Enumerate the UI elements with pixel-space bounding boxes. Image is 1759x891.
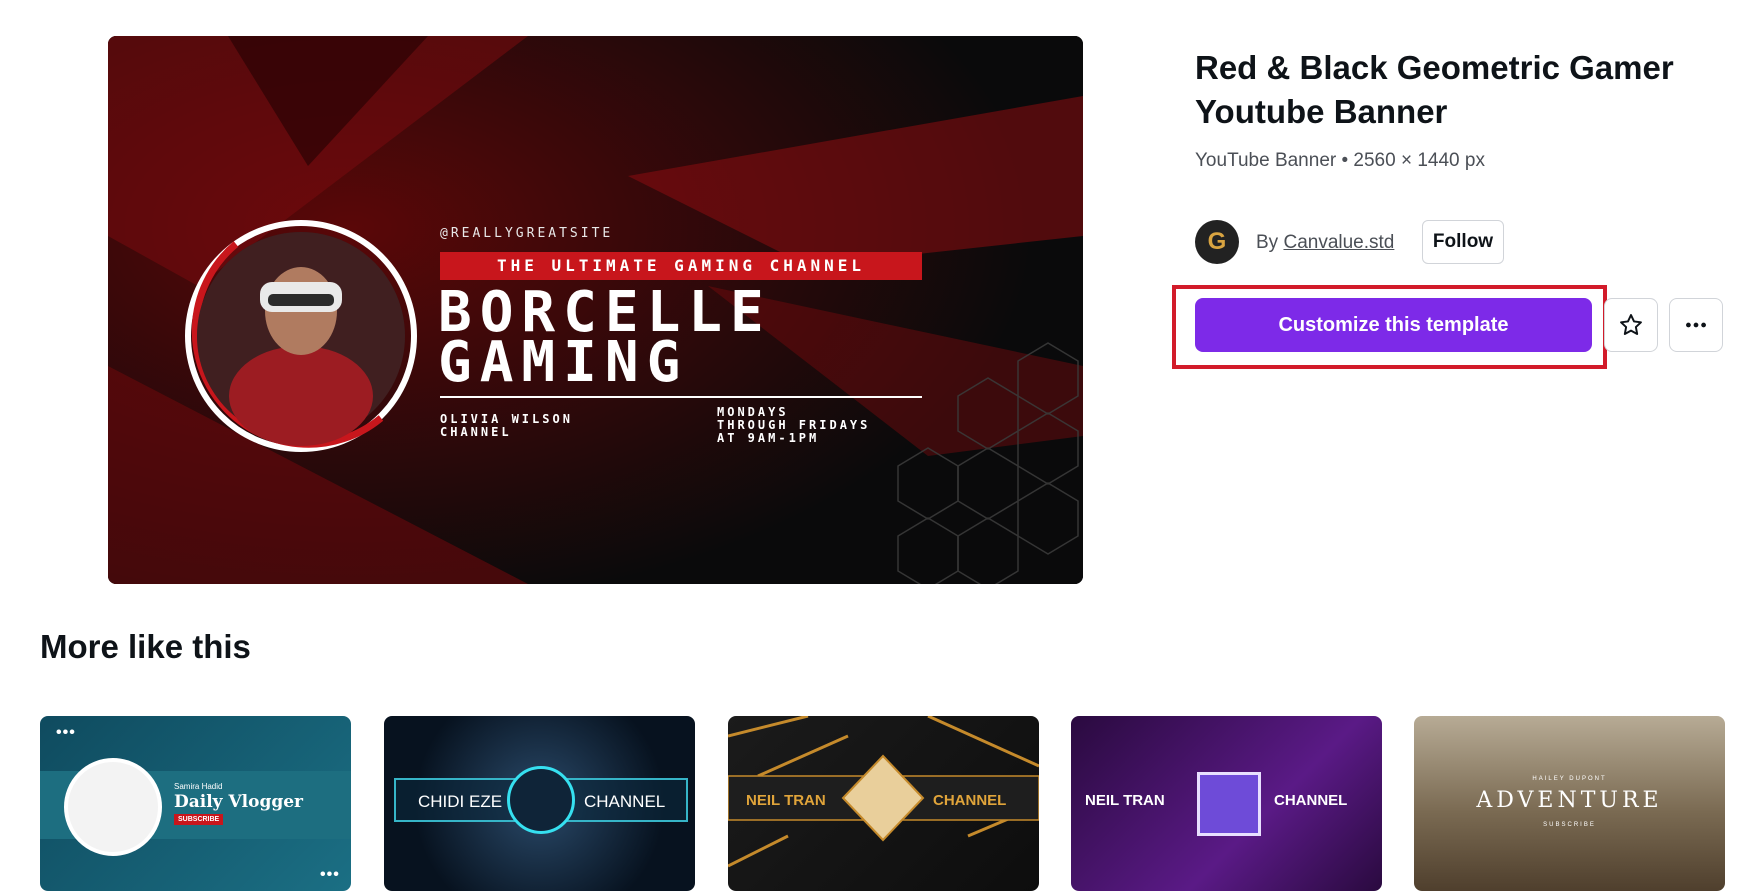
card-avatar (1197, 772, 1261, 836)
template-preview[interactable]: @REALLYGREATSITE THE ULTIMATE GAMING CHA… (108, 36, 1083, 584)
card-name: Samira Hadid (174, 782, 223, 791)
template-card[interactable]: ••• Samira Hadid Daily Vlogger SUBSCRIBE… (40, 716, 351, 891)
banner-divider (440, 396, 922, 398)
card-right-text: CHANNEL (584, 792, 666, 811)
card-badge: SUBSCRIBE (1543, 822, 1596, 828)
template-card[interactable]: HAILEY DUPONT ADVENTURE SUBSCRIBE (1414, 716, 1725, 891)
card-left-text: NEIL TRAN (746, 792, 826, 809)
template-card[interactable]: CHIDI EZE CHANNEL (384, 716, 695, 891)
banner-tagline: THE ULTIMATE GAMING CHANNEL (440, 252, 922, 280)
template-card[interactable]: NEIL TRAN CHANNEL (1071, 716, 1382, 891)
card-title: Daily Vlogger (174, 792, 304, 812)
more-like-this-heading: More like this (40, 628, 251, 665)
card-left-text: NEIL TRAN (1085, 792, 1165, 809)
banner-title: BORCELLE GAMING (438, 280, 772, 395)
banner-right-subtitle: MONDAYS THROUGH FRIDAYS AT 9AM-1PM (717, 405, 871, 445)
template-meta: YouTube Banner • 2560 × 1440 px (1195, 150, 1485, 171)
card-right-text: CHANNEL (1274, 792, 1348, 809)
more-options-button[interactable] (1669, 298, 1723, 352)
template-card[interactable]: NEIL TRAN CHANNEL (728, 716, 1039, 891)
customize-template-button[interactable]: Customize this template (1195, 298, 1592, 352)
banner-left-subtitle: OLIVIA WILSON CHANNEL (440, 412, 573, 439)
favorite-button[interactable] (1604, 298, 1658, 352)
creator-link[interactable]: Canvalue.std (1283, 232, 1394, 253)
card-avatar (507, 766, 575, 834)
creator-byline: By Canvalue.std (1256, 232, 1394, 254)
creator-avatar[interactable]: G (1195, 220, 1239, 264)
follow-button[interactable]: Follow (1422, 220, 1504, 264)
card-badge: SUBSCRIBE (174, 814, 224, 825)
card-left-text: CHIDI EZE (418, 792, 503, 811)
more-icon (1686, 322, 1706, 328)
card-kicker: HAILEY DUPONT (1532, 776, 1607, 782)
star-icon (1620, 314, 1642, 335)
card-title: ADVENTURE (1476, 788, 1663, 813)
card-right-text: CHANNEL (933, 792, 1007, 809)
card-more-icon[interactable]: ••• (56, 724, 76, 742)
card-avatar (64, 758, 162, 856)
card-more-icon[interactable]: ••• (320, 866, 340, 884)
template-title: Red & Black Geometric Gamer Youtube Bann… (1195, 49, 1674, 130)
by-label: By (1256, 232, 1279, 253)
banner-handle: @REALLYGREATSITE (440, 226, 614, 241)
